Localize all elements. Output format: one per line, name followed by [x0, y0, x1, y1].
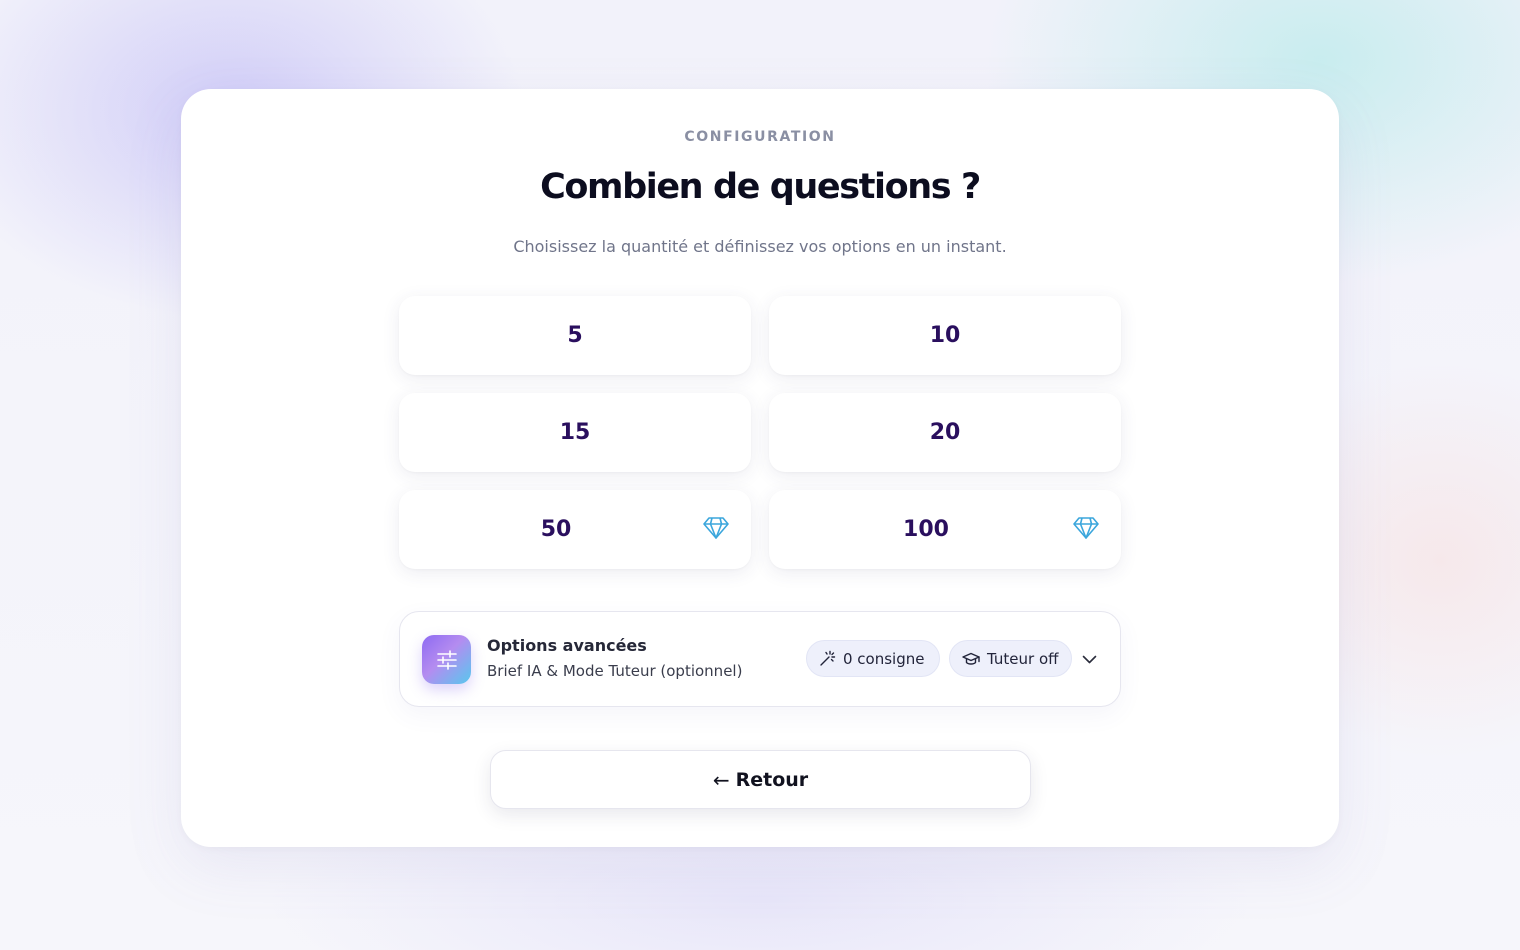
option-label: 50 [540, 517, 572, 542]
back-button-label: Retour [735, 768, 809, 791]
option-label: 20 [929, 420, 961, 445]
chevron-down-icon[interactable] [1081, 651, 1098, 668]
option-15-button[interactable]: 15 [399, 393, 751, 472]
page-subtitle: Choisissez la quantité et définissez vos… [513, 237, 1007, 256]
magic-wand-icon [820, 650, 836, 666]
option-50-button[interactable]: 50 [399, 490, 751, 569]
advanced-options-panel[interactable]: Options avancées Brief IA & Mode Tuteur … [399, 611, 1121, 707]
eyebrow-label: CONFIGURATION [684, 129, 836, 145]
sliders-icon [422, 635, 471, 684]
page-title: Combien de questions ? [540, 167, 981, 207]
tutor-mode-chip[interactable]: Tuteur off [949, 640, 1072, 677]
option-label: 10 [929, 323, 961, 348]
option-10-button[interactable]: 10 [769, 296, 1121, 375]
arrow-left-icon: ← [712, 767, 730, 792]
ai-brief-chip[interactable]: 0 consigne [806, 640, 940, 677]
option-label: 15 [559, 420, 591, 445]
configuration-card: CONFIGURATION Combien de questions ? Cho… [181, 89, 1339, 847]
graduation-cap-icon [962, 652, 980, 665]
question-count-grid: 5 10 15 20 50 100 [399, 296, 1121, 569]
advanced-options-subtitle: Brief IA & Mode Tuteur (optionnel) [487, 662, 743, 680]
chip-label: 0 consigne [843, 649, 925, 668]
option-label: 5 [567, 323, 583, 348]
diamond-icon [1073, 517, 1099, 539]
back-button[interactable]: ← Retour [490, 750, 1031, 809]
option-5-button[interactable]: 5 [399, 296, 751, 375]
chip-label: Tuteur off [987, 649, 1059, 668]
advanced-options-title: Options avancées [487, 636, 647, 655]
option-100-button[interactable]: 100 [769, 490, 1121, 569]
option-20-button[interactable]: 20 [769, 393, 1121, 472]
diamond-icon [703, 517, 729, 539]
option-label: 100 [903, 517, 949, 542]
